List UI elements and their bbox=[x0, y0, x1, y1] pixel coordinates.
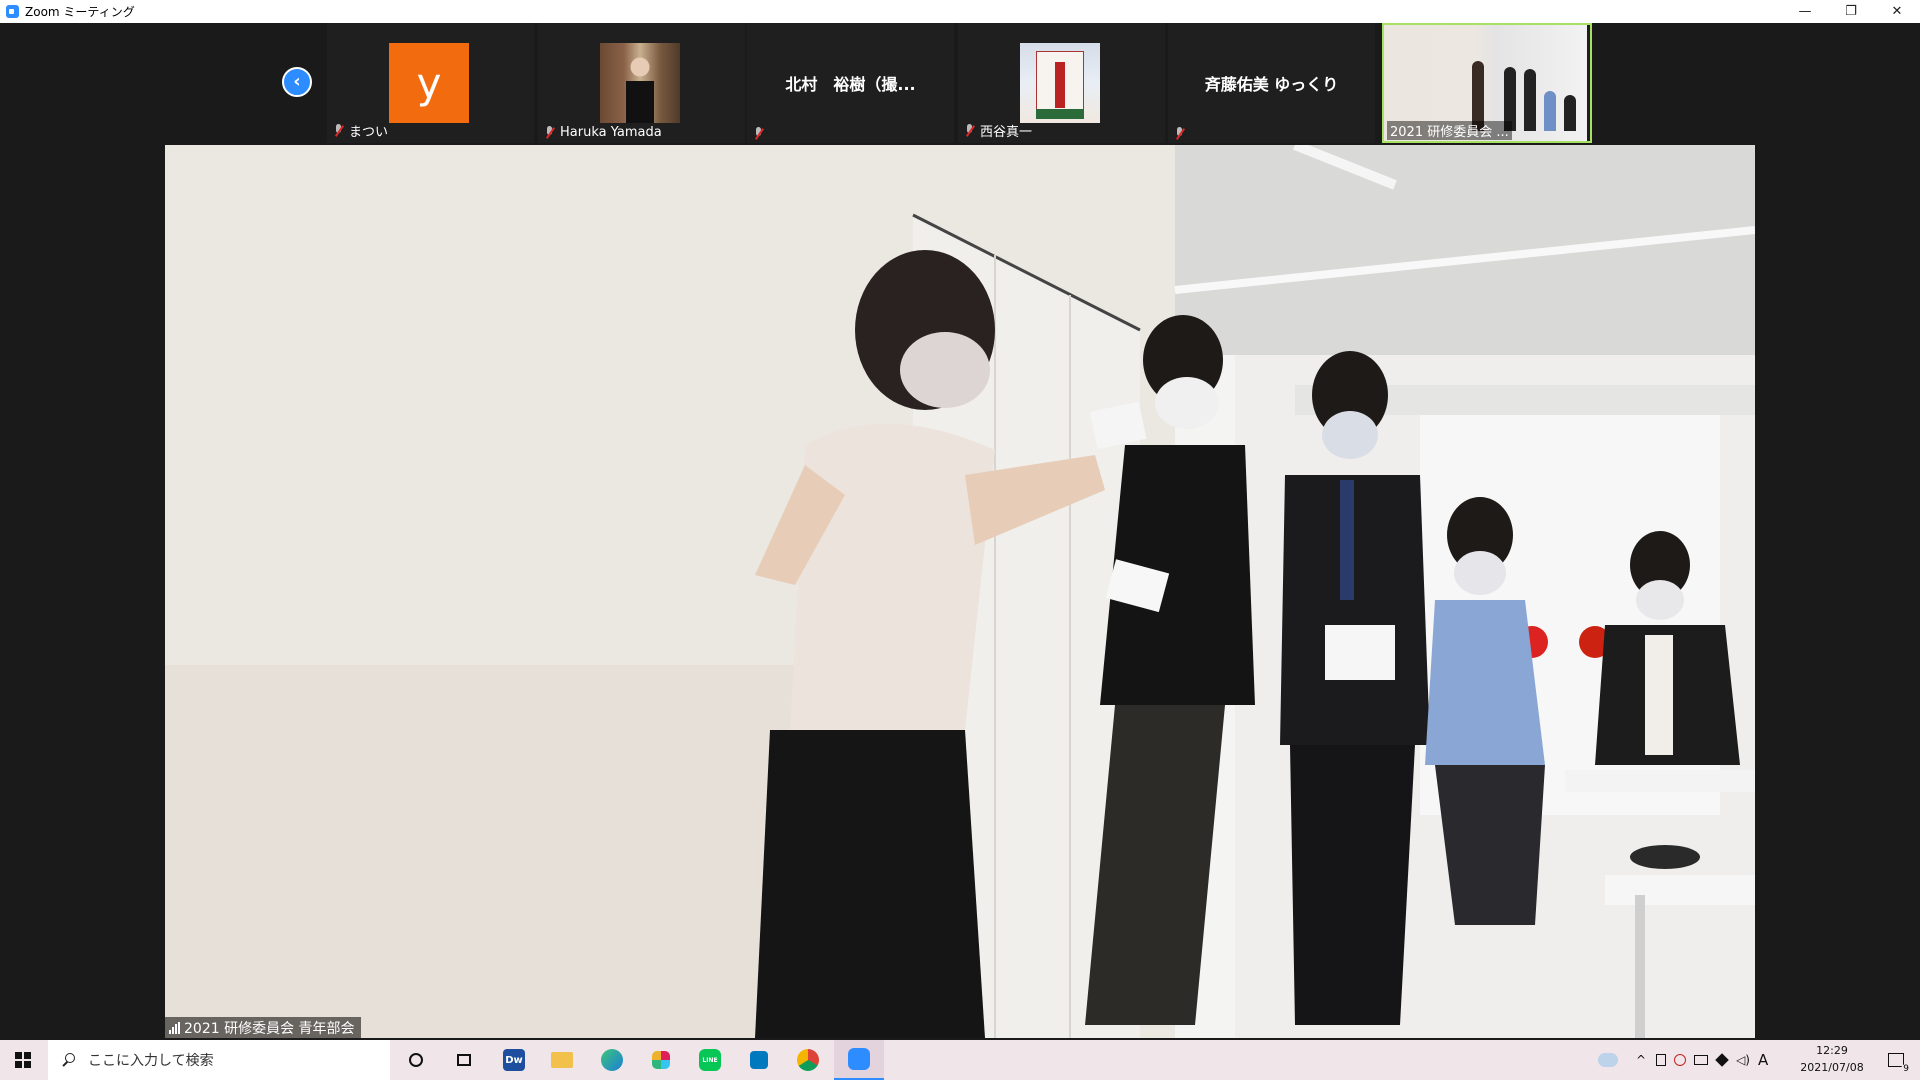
search-placeholder: ここに入力して検索 bbox=[88, 1053, 214, 1069]
participant-tile-matsui[interactable]: y まつい bbox=[327, 23, 534, 143]
file-explorer-button[interactable] bbox=[538, 1040, 586, 1080]
task-view-icon bbox=[457, 1054, 471, 1066]
participant-name bbox=[1174, 127, 1190, 140]
dreamweaver-button[interactable]: Dw bbox=[490, 1040, 538, 1080]
zoom-taskbar-button[interactable] bbox=[834, 1040, 884, 1080]
participant-tile-haruka-yamada[interactable]: Haruka Yamada bbox=[538, 23, 745, 143]
close-button[interactable]: ✕ bbox=[1874, 0, 1920, 23]
restore-button[interactable]: ❐ bbox=[1828, 0, 1874, 23]
participant-name: 2021 研修委員会 ... bbox=[1387, 121, 1512, 140]
participant-name-text: 西谷真一 bbox=[980, 125, 1033, 140]
participant-center-name: 北村 裕樹（撮... bbox=[785, 75, 916, 94]
video-name-label: 2021 研修委員会 青年部会 bbox=[165, 1017, 361, 1038]
dropbox-icon[interactable] bbox=[1715, 1053, 1729, 1067]
participant-strip: ‹ y まつい Haruka Yamada 北村 裕樹（撮... 西谷真一 斉藤… bbox=[0, 23, 1920, 145]
participant-tile-nishitani[interactable]: 西谷真一 bbox=[958, 23, 1165, 143]
participant-name: 西谷真一 bbox=[964, 121, 1032, 140]
volume-icon[interactable]: ◁) bbox=[1736, 1053, 1750, 1067]
file-explorer-icon bbox=[551, 1052, 573, 1068]
taskbar-search-box[interactable]: ここに入力して検索 bbox=[48, 1040, 390, 1080]
windows-logo-icon bbox=[15, 1052, 31, 1068]
participant-tile-kitamura[interactable]: 北村 裕樹（撮... bbox=[747, 23, 954, 143]
taskbar-clock[interactable]: 12:29 2021/07/08 bbox=[1793, 1042, 1871, 1078]
main-video[interactable] bbox=[165, 145, 1755, 1038]
show-hidden-icons-button[interactable]: ^ bbox=[1636, 1053, 1646, 1067]
participant-name: Haruka Yamada bbox=[544, 125, 662, 140]
search-icon bbox=[62, 1053, 76, 1067]
video-label-text: 2021 研修委員会 青年部会 bbox=[184, 1020, 355, 1037]
participant-name bbox=[753, 127, 769, 140]
task-view-button[interactable] bbox=[440, 1040, 488, 1080]
muted-mic-icon bbox=[544, 126, 556, 139]
zoom-icon bbox=[848, 1048, 870, 1070]
weather-icon[interactable] bbox=[1598, 1053, 1618, 1067]
window-title: Zoom ミーティング bbox=[25, 5, 135, 19]
line-icon: LINE bbox=[699, 1049, 721, 1071]
system-tray: ^ ◁) A bbox=[1598, 1040, 1768, 1080]
dreamweaver-icon: Dw bbox=[503, 1049, 525, 1071]
participant-name-text: まつい bbox=[349, 125, 389, 140]
cortana-icon bbox=[409, 1053, 423, 1067]
window-controls: — ❐ ✕ bbox=[1782, 0, 1920, 23]
windows-taskbar: ここに入力して検索 Dw LINE ^ ◁) A 12:29 2021/07/0… bbox=[0, 1040, 1920, 1080]
participant-tile-saito[interactable]: 斉藤佑美 ゆっくり bbox=[1168, 23, 1375, 143]
muted-mic-icon bbox=[964, 124, 976, 137]
chrome-button[interactable] bbox=[784, 1040, 832, 1080]
edge-button[interactable] bbox=[588, 1040, 636, 1080]
slack-button[interactable] bbox=[637, 1040, 685, 1080]
previous-page-button[interactable]: ‹ bbox=[282, 67, 312, 97]
zoom-app-icon bbox=[6, 5, 19, 18]
line-button[interactable]: LINE bbox=[686, 1040, 734, 1080]
cortana-button[interactable] bbox=[392, 1040, 440, 1080]
clock-time: 12:29 bbox=[1816, 1044, 1848, 1057]
participant-name-text: Haruka Yamada bbox=[560, 125, 662, 140]
edge-icon bbox=[601, 1049, 623, 1071]
trello-button[interactable] bbox=[735, 1040, 783, 1080]
muted-mic-icon bbox=[333, 124, 345, 137]
participant-name: まつい bbox=[333, 121, 388, 140]
tray-network-icon[interactable] bbox=[1694, 1055, 1709, 1065]
action-center-button[interactable]: 9 bbox=[1876, 1040, 1916, 1080]
participant-center-name: 斉藤佑美 ゆっくり bbox=[1204, 75, 1339, 94]
avatar: y bbox=[389, 43, 469, 123]
profile-photo bbox=[1020, 43, 1100, 123]
minimize-button[interactable]: — bbox=[1782, 0, 1828, 23]
chrome-icon bbox=[797, 1049, 819, 1071]
profile-photo bbox=[600, 43, 680, 123]
slack-icon bbox=[652, 1051, 670, 1069]
notification-count: 9 bbox=[1901, 1064, 1911, 1074]
trello-icon bbox=[750, 1051, 768, 1069]
ime-indicator[interactable]: A bbox=[1758, 1051, 1768, 1069]
muted-mic-icon bbox=[1174, 127, 1186, 140]
start-button[interactable] bbox=[0, 1040, 46, 1080]
tray-device-icon[interactable] bbox=[1656, 1054, 1667, 1066]
tray-security-icon[interactable] bbox=[1674, 1054, 1687, 1066]
participant-name-text: 2021 研修委員会 ... bbox=[1390, 125, 1509, 140]
muted-mic-icon bbox=[753, 127, 765, 140]
connection-signal-icon bbox=[169, 1021, 180, 1034]
participant-tile-active-speaker[interactable]: 2021 研修委員会 ... bbox=[1382, 23, 1592, 143]
clock-date: 2021/07/08 bbox=[1800, 1061, 1864, 1074]
notification-icon: 9 bbox=[1888, 1053, 1911, 1074]
title-bar: Zoom ミーティング — ❐ ✕ bbox=[0, 0, 1920, 24]
video-frame bbox=[165, 145, 1755, 1038]
